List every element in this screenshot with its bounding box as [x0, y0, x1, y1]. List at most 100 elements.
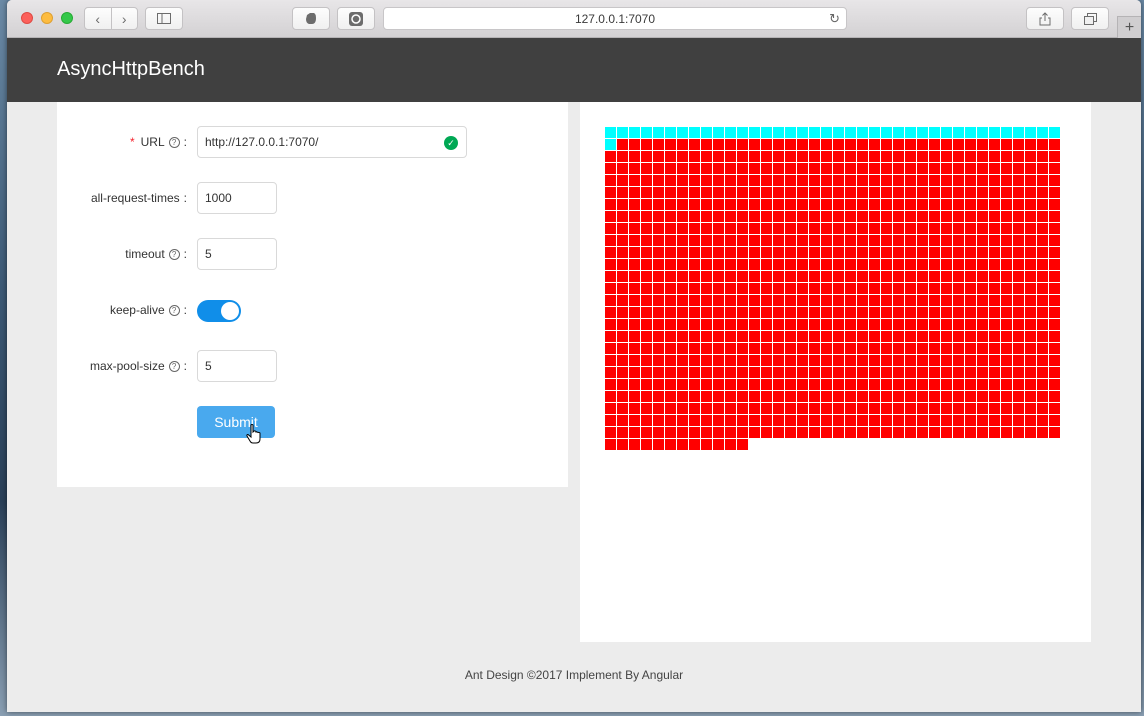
result-cell-failure: [761, 283, 772, 294]
result-cell-failure: [725, 163, 736, 174]
result-cell-failure: [833, 319, 844, 330]
result-cell-failure: [917, 379, 928, 390]
result-cell-failure: [689, 163, 700, 174]
result-cell-failure: [965, 343, 976, 354]
result-cell-failure: [1037, 163, 1048, 174]
result-cell-failure: [989, 391, 1000, 402]
keep-alive-switch[interactable]: [197, 300, 241, 322]
result-cell-failure: [605, 283, 616, 294]
result-cell-failure: [833, 211, 844, 222]
result-cell-failure: [1013, 367, 1024, 378]
result-cell-failure: [989, 307, 1000, 318]
result-cell-failure: [665, 139, 676, 150]
result-cell-failure: [713, 415, 724, 426]
result-cell-failure: [785, 223, 796, 234]
result-cell-failure: [629, 271, 640, 282]
result-cell-failure: [713, 439, 724, 450]
result-cell-failure: [941, 343, 952, 354]
extension-button[interactable]: [337, 7, 375, 30]
result-cell-success: [965, 127, 976, 138]
form-row-timeout: timeout ? : 5: [57, 238, 568, 270]
maximize-window-button[interactable]: [61, 12, 73, 24]
question-circle-icon[interactable]: ?: [168, 136, 180, 148]
result-cell-failure: [1013, 379, 1024, 390]
result-cell-failure: [713, 235, 724, 246]
result-cell-failure: [965, 415, 976, 426]
result-cell-failure: [773, 355, 784, 366]
result-cell-failure: [701, 379, 712, 390]
result-cell-failure: [1025, 415, 1036, 426]
timeout-input[interactable]: 5: [197, 238, 277, 270]
result-cell-failure: [905, 259, 916, 270]
result-cell-failure: [761, 271, 772, 282]
address-bar[interactable]: 127.0.0.1:7070 ↻: [383, 7, 847, 30]
plus-icon: +: [1124, 18, 1135, 36]
result-cell-failure: [1001, 331, 1012, 342]
result-cell-failure: [833, 283, 844, 294]
result-cell-failure: [1001, 427, 1012, 438]
all-request-times-input[interactable]: 1000: [197, 182, 277, 214]
result-cell-failure: [605, 403, 616, 414]
result-cell-failure: [1049, 331, 1060, 342]
result-cell-failure: [797, 175, 808, 186]
result-cell-failure: [725, 151, 736, 162]
result-cell-failure: [773, 403, 784, 414]
question-circle-icon[interactable]: ?: [168, 304, 180, 316]
result-cell-failure: [605, 343, 616, 354]
result-cell-failure: [629, 403, 640, 414]
reload-icon[interactable]: ↻: [829, 11, 840, 27]
result-cell-failure: [941, 427, 952, 438]
show-tabs-button[interactable]: [1071, 7, 1109, 30]
result-cell-failure: [1037, 307, 1048, 318]
result-cell-failure: [617, 151, 628, 162]
sidebar-toggle-button[interactable]: [145, 7, 183, 30]
result-cell-failure: [761, 307, 772, 318]
result-cell-failure: [1037, 319, 1048, 330]
result-cell-failure: [1037, 271, 1048, 282]
question-circle-icon[interactable]: ?: [168, 248, 180, 260]
max-pool-size-input[interactable]: 5: [197, 350, 277, 382]
result-cell-failure: [653, 163, 664, 174]
result-cell-failure: [881, 403, 892, 414]
url-input[interactable]: http://127.0.0.1:7070/ ✓: [197, 126, 467, 158]
result-cell-failure: [749, 199, 760, 210]
result-cell-failure: [869, 295, 880, 306]
result-cell-failure: [833, 247, 844, 258]
result-cell-success: [1013, 127, 1024, 138]
result-cell-failure: [725, 175, 736, 186]
question-circle-icon[interactable]: ?: [168, 360, 180, 372]
result-cell-failure: [965, 427, 976, 438]
back-icon[interactable]: ‹: [85, 8, 112, 29]
result-cell-failure: [821, 415, 832, 426]
minimize-window-button[interactable]: [41, 12, 53, 24]
submit-button[interactable]: Submit: [197, 406, 275, 438]
address-text: 127.0.0.1:7070: [574, 11, 656, 26]
result-cell-failure: [617, 247, 628, 258]
result-cell-failure: [893, 343, 904, 354]
result-cell-failure: [1037, 427, 1048, 438]
result-cell-failure: [881, 307, 892, 318]
result-cell-success: [713, 127, 724, 138]
result-cell-success: [761, 127, 772, 138]
result-cell-failure: [953, 295, 964, 306]
result-cell-failure: [725, 343, 736, 354]
result-cell-failure: [845, 295, 856, 306]
result-cell-failure: [797, 211, 808, 222]
evernote-extension-button[interactable]: [292, 7, 330, 30]
result-cell-failure: [677, 367, 688, 378]
evernote-icon: [306, 13, 316, 24]
close-window-button[interactable]: [21, 12, 33, 24]
result-cell-failure: [677, 223, 688, 234]
result-cell-failure: [761, 331, 772, 342]
forward-icon[interactable]: ›: [112, 8, 138, 29]
result-cell-failure: [893, 355, 904, 366]
result-cell-failure: [929, 163, 940, 174]
result-cell-failure: [941, 379, 952, 390]
share-button[interactable]: [1026, 7, 1064, 30]
result-cell-failure: [689, 199, 700, 210]
form-card: * URL ? : http://127.0.0.1:7070/ ✓ all-r…: [57, 102, 568, 487]
result-cell-failure: [629, 415, 640, 426]
result-cell-failure: [737, 295, 748, 306]
new-tab-button[interactable]: +: [1117, 16, 1141, 38]
result-cell-success: [617, 127, 628, 138]
